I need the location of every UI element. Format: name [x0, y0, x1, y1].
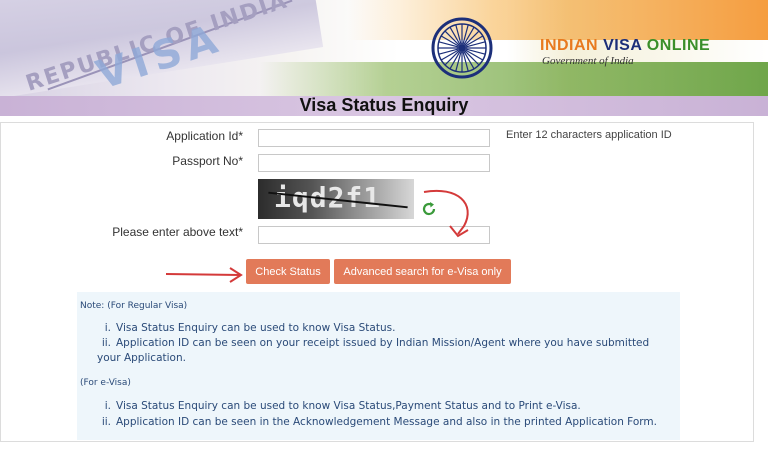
- note-item: i. Visa Status Enquiry can be used to kno…: [97, 399, 667, 414]
- application-id-input[interactable]: [258, 129, 490, 147]
- note-item: ii. Application ID can be seen on your re…: [97, 336, 667, 366]
- brand-title: INDIAN VISA ONLINE: [540, 37, 710, 55]
- brand-word-online: ONLINE: [646, 37, 711, 54]
- annotation-arrow-left: [165, 267, 243, 283]
- brand-word-visa: VISA: [603, 37, 642, 54]
- evisa-note-heading: (For e-Visa): [80, 378, 131, 388]
- note-item-number: i.: [104, 400, 111, 412]
- brand-subtitle: Government of India: [542, 55, 634, 67]
- note-item-text: Application ID can be seen on your recei…: [97, 337, 650, 364]
- note-item-text: Visa Status Enquiry can be used to know …: [116, 400, 581, 412]
- regular-visa-note-heading: Note: (For Regular Visa): [80, 301, 188, 311]
- advanced-search-button[interactable]: Advanced search for e-Visa only: [334, 259, 511, 284]
- note-item-number: ii.: [101, 416, 111, 428]
- check-status-button[interactable]: Check Status: [246, 259, 330, 284]
- note-item-number: ii.: [101, 337, 111, 349]
- note-item: i. Visa Status Enquiry can be used to kno…: [97, 321, 667, 336]
- note-item-number: i.: [104, 322, 111, 334]
- passport-number-input[interactable]: [258, 154, 490, 172]
- flag-green-band: [260, 62, 768, 96]
- title-bar: Visa Status Enquiry: [0, 95, 768, 116]
- captcha-image: iqd2f1: [258, 179, 414, 219]
- note-item: ii. Application ID can be seen in the Ack…: [97, 415, 667, 430]
- note-item-text: Visa Status Enquiry can be used to know …: [116, 322, 396, 334]
- passport-label: Passport No*: [172, 154, 243, 168]
- note-item-text: Application ID can be seen in the Acknow…: [116, 416, 657, 428]
- page-title: Visa Status Enquiry: [299, 95, 469, 115]
- application-id-label: Application Id*: [166, 129, 243, 143]
- application-id-hint: Enter 12 characters application ID: [506, 129, 672, 141]
- ashoka-chakra-icon: [431, 17, 493, 79]
- header-banner: REPUBLIC OF INDIA VISA INDIAN VISA ONLIN…: [0, 0, 768, 96]
- brand-word-indian: INDIAN: [540, 37, 599, 54]
- flag-saffron-band: [348, 0, 768, 40]
- captcha-label: Please enter above text*: [112, 225, 243, 239]
- annotation-arrow-captcha: [423, 189, 469, 238]
- notes-panel: Note: (For Regular Visa) i. Visa Status E…: [77, 292, 680, 440]
